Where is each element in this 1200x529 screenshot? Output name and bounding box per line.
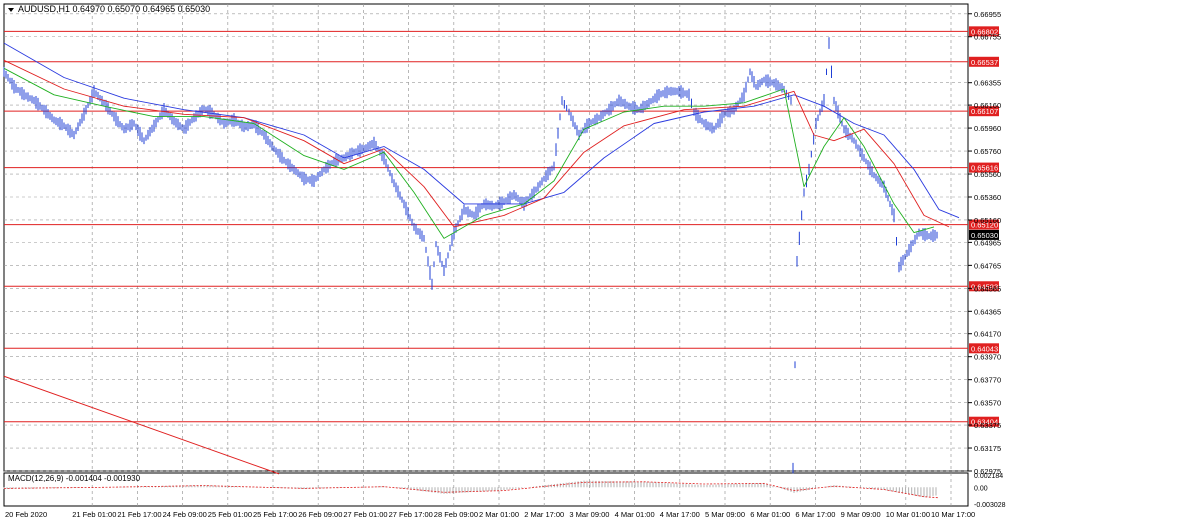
chart-frame [3, 3, 969, 472]
y-tick-label: 0.66955 [974, 10, 1001, 19]
y-tick-label: 0.64765 [974, 261, 1001, 270]
x-tick-label: 2 Mar 17:00 [524, 510, 564, 519]
price-chart[interactable]: 0.668020.665370.661070.656160.651200.645… [0, 0, 1200, 524]
y-tick-label: 0.64365 [974, 307, 1001, 316]
chart-window[interactable]: 0.66802 0.66537 0.66107 0.65616 0.65120 0.645… [0, 0, 1200, 524]
x-tick-label: 3 Mar 09:00 [569, 510, 609, 519]
x-tick-label: 27 Feb 01:00 [343, 510, 387, 519]
macd-y-tick-label: 0.002184 [974, 473, 1003, 480]
level-label: 0.66537 [971, 58, 998, 67]
x-tick-label: 4 Mar 17:00 [660, 510, 700, 519]
x-tick-label: 4 Mar 01:00 [615, 510, 655, 519]
x-tick-label: 26 Feb 09:00 [298, 510, 342, 519]
y-tick-label: 0.65560 [974, 170, 1001, 179]
x-tick-label: 21 Feb 01:00 [72, 510, 116, 519]
y-tick-label: 0.63175 [974, 444, 1001, 453]
indicator-header: MACD(12,26,9) -0.001404 -0.001930 [8, 474, 141, 483]
x-tick-label: 25 Feb 17:00 [253, 510, 297, 519]
x-tick-label: 20 Feb 2020 [5, 510, 47, 519]
y-tick-label: 0.66355 [974, 79, 1001, 88]
y-tick-label: 0.66755 [974, 33, 1001, 42]
x-tick-label: 6 Mar 01:00 [750, 510, 790, 519]
y-tick-label: 0.65760 [974, 147, 1001, 156]
y-tick-label: 0.63570 [974, 399, 1001, 408]
x-tick-label: 25 Feb 01:00 [208, 510, 252, 519]
y-tick-label: 0.64565 [974, 284, 1001, 293]
x-tick-label: 5 Mar 09:00 [705, 510, 745, 519]
current-price-label: 0.65030 [971, 231, 998, 240]
y-tick-label: 0.65160 [974, 216, 1001, 225]
y-tick-label: 0.63970 [974, 353, 1001, 362]
x-tick-label: 6 Mar 17:00 [795, 510, 835, 519]
x-tick-label: 28 Feb 09:00 [434, 510, 478, 519]
y-tick-label: 0.64170 [974, 330, 1001, 339]
x-tick-label: 10 Mar 01:00 [886, 510, 930, 519]
macd-y-tick-label: -0.003028 [974, 502, 1006, 509]
y-tick-label: 0.63770 [974, 376, 1001, 385]
x-tick-label: 21 Feb 17:00 [117, 510, 161, 519]
x-tick-label: 10 Mar 17:00 [931, 510, 975, 519]
x-tick-label: 27 Feb 17:00 [389, 510, 433, 519]
y-tick-label: 0.66160 [974, 101, 1001, 110]
x-tick-label: 2 Mar 01:00 [479, 510, 519, 519]
y-tick-label: 0.63375 [974, 421, 1001, 430]
macd-y-tick-label: 0.00 [974, 485, 988, 492]
y-tick-label: 0.65360 [974, 193, 1001, 202]
symbol-header: AUDUSD,H1 0.64970 0.65070 0.64965 0.6503… [18, 4, 210, 14]
x-tick-label: 24 Feb 09:00 [163, 510, 207, 519]
y-tick-label: 0.65960 [974, 124, 1001, 133]
x-tick-label: 9 Mar 09:00 [841, 510, 881, 519]
